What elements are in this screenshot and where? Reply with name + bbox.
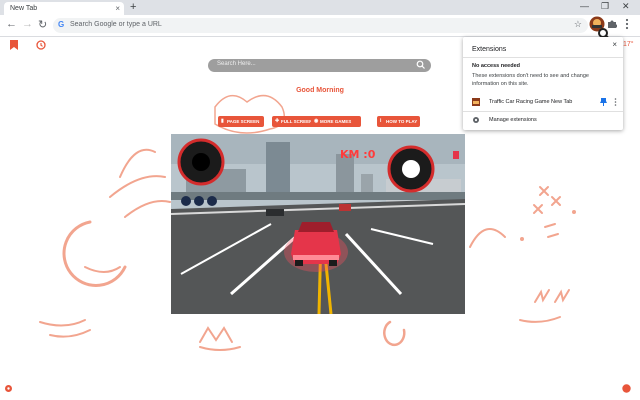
- forward-icon[interactable]: →: [22, 18, 33, 30]
- minimize-button[interactable]: —: [580, 1, 589, 11]
- weather-temp: 17°: [623, 41, 634, 48]
- settings-gear-icon[interactable]: [4, 384, 13, 393]
- history-icon[interactable]: [36, 40, 46, 50]
- tab-new-tab[interactable]: New Tab ×: [4, 2, 124, 15]
- speed-readout: KM :0: [340, 148, 376, 161]
- info-circle-icon[interactable]: [622, 384, 631, 393]
- game-frame[interactable]: KM :0: [171, 134, 465, 314]
- how-to-play-button[interactable]: i HOW TO PLAY: [377, 116, 420, 127]
- gamepad-icon: ◉: [314, 118, 319, 124]
- manage-extensions-label: Manage extensions: [489, 117, 537, 123]
- tab-strip: New Tab × + — ❐ ✕: [0, 0, 640, 15]
- racing-game-scene[interactable]: [171, 134, 465, 314]
- info-icon: i: [380, 118, 382, 124]
- speedometer-right: [387, 145, 435, 193]
- popup-title: Extensions: [472, 46, 507, 53]
- pause-icon[interactable]: [453, 151, 459, 159]
- reload-icon[interactable]: ↻: [38, 18, 47, 31]
- popup-close-icon[interactable]: ×: [612, 40, 617, 49]
- divider: [463, 111, 623, 112]
- pin-icon[interactable]: [600, 98, 607, 106]
- manage-extensions-item[interactable]: Manage extensions: [472, 116, 617, 125]
- page-search-placeholder: Search Here...: [217, 61, 256, 67]
- omnibox[interactable]: G Search Google or type a URL ☆: [53, 18, 588, 33]
- omnibox-placeholder: Search Google or type a URL: [70, 21, 162, 28]
- tab-title: New Tab: [10, 5, 38, 12]
- bookmark-star-icon[interactable]: ☆: [574, 19, 582, 30]
- new-tab-button[interactable]: +: [130, 1, 136, 13]
- page-screen-button[interactable]: ▮ PAGE SCREEN: [218, 116, 264, 127]
- back-icon[interactable]: ←: [6, 18, 17, 30]
- window-close-button[interactable]: ✕: [622, 1, 630, 12]
- extension-name: Traffic Car Racing Game New Tab: [489, 99, 573, 105]
- page-icon: ▮: [221, 118, 224, 124]
- no-access-heading: No access needed: [472, 63, 520, 69]
- search-icon[interactable]: [416, 60, 425, 70]
- bookmark-icon[interactable]: [10, 40, 18, 50]
- no-access-description: These extensions don't need to see and c…: [472, 73, 589, 87]
- extensions-popup: Extensions × No access needed These exte…: [463, 37, 623, 130]
- google-icon: G: [58, 20, 65, 29]
- more-options-icon[interactable]: [614, 98, 617, 106]
- extension-row[interactable]: Traffic Car Racing Game New Tab: [472, 98, 617, 107]
- browser-toolbar: ← → ↻ G Search Google or type a URL ☆: [0, 15, 640, 37]
- restore-button[interactable]: ❐: [601, 1, 609, 12]
- page-search-input[interactable]: Search Here...: [208, 59, 431, 72]
- menu-icon[interactable]: [624, 18, 630, 30]
- expand-icon: ✚: [275, 118, 280, 124]
- gear-icon: [473, 117, 479, 123]
- extension-icon: [472, 98, 480, 106]
- divider: [463, 57, 623, 58]
- more-games-button[interactable]: ◉ MORE GAMES: [311, 116, 361, 127]
- tab-close-icon[interactable]: ×: [115, 4, 120, 13]
